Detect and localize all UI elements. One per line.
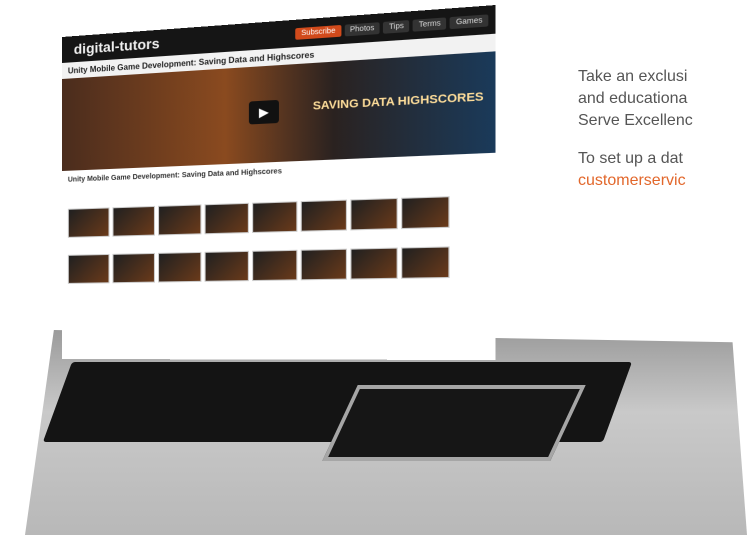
lesson-item[interactable] xyxy=(401,246,450,292)
email-link[interactable]: customerservic xyxy=(578,172,686,189)
lesson-thumbnail[interactable] xyxy=(67,253,110,284)
lesson-caption xyxy=(252,280,295,293)
lesson-caption xyxy=(350,279,395,293)
brand-logo[interactable]: digital-tutors xyxy=(74,35,160,57)
lesson-caption xyxy=(301,231,345,245)
lesson-item[interactable] xyxy=(67,207,110,250)
promo-line-1: Take an exclusi xyxy=(578,68,688,85)
lesson-item[interactable] xyxy=(300,248,348,293)
lesson-thumbnail[interactable] xyxy=(112,252,155,284)
lesson-item[interactable] xyxy=(350,247,398,293)
lesson-caption xyxy=(205,233,247,247)
lesson-item[interactable] xyxy=(112,205,155,249)
laptop-screen: digital-tutors Subscribe Photos Tips Ter… xyxy=(62,5,496,361)
lesson-item[interactable] xyxy=(204,250,249,294)
lessons-grid xyxy=(67,195,488,296)
lesson-thumbnail[interactable] xyxy=(158,251,202,283)
lesson-caption xyxy=(301,280,345,293)
lesson-item[interactable] xyxy=(158,251,202,295)
touchpad xyxy=(322,385,586,461)
lesson-caption xyxy=(350,229,395,243)
lesson-thumbnail[interactable] xyxy=(300,248,348,281)
lesson-caption xyxy=(68,237,108,250)
lesson-thumbnail[interactable] xyxy=(204,202,249,235)
lesson-thumbnail[interactable] xyxy=(158,204,202,236)
lesson-item[interactable] xyxy=(204,202,249,247)
tab-photos[interactable]: Photos xyxy=(344,21,381,36)
lesson-caption xyxy=(158,282,199,295)
lesson-caption xyxy=(112,283,152,296)
lesson-thumbnail[interactable] xyxy=(67,207,110,238)
lesson-caption xyxy=(112,236,152,249)
lesson-item[interactable] xyxy=(112,252,155,296)
lesson-caption xyxy=(158,234,199,247)
lesson-caption xyxy=(68,283,108,296)
lesson-caption xyxy=(252,232,295,246)
lesson-thumbnail[interactable] xyxy=(252,249,298,282)
lesson-thumbnail[interactable] xyxy=(401,246,450,279)
tab-games[interactable]: Games xyxy=(450,13,489,29)
promo-paragraph-2: To set up a dat customerservic xyxy=(578,148,747,192)
promo-line-4: To set up a dat xyxy=(578,150,683,167)
lesson-caption xyxy=(205,281,247,294)
lesson-item[interactable] xyxy=(67,253,110,296)
promo-text: Take an exclusi and educationa Serve Exc… xyxy=(578,66,747,208)
lesson-thumbnail[interactable] xyxy=(300,199,348,232)
lesson-item[interactable] xyxy=(300,199,348,245)
lesson-caption xyxy=(401,278,447,292)
tab-subscribe[interactable]: Subscribe xyxy=(295,24,342,40)
lesson-thumbnail[interactable] xyxy=(350,197,398,231)
lesson-item[interactable] xyxy=(252,249,298,294)
lesson-thumbnail[interactable] xyxy=(252,201,298,234)
lesson-thumbnail[interactable] xyxy=(204,250,249,282)
lesson-item[interactable] xyxy=(252,201,298,246)
promo-line-2: and educationa xyxy=(578,90,688,107)
tab-tips[interactable]: Tips xyxy=(383,19,410,34)
lesson-thumbnail[interactable] xyxy=(112,205,155,237)
promo-paragraph-1: Take an exclusi and educationa Serve Exc… xyxy=(578,66,747,132)
lesson-item[interactable] xyxy=(350,197,398,243)
play-icon[interactable]: ▶ xyxy=(248,99,279,125)
course-panel: Unity Mobile Game Development: Saving Da… xyxy=(62,152,496,361)
lesson-item[interactable] xyxy=(401,196,450,242)
tab-terms[interactable]: Terms xyxy=(413,16,447,32)
lesson-thumbnail[interactable] xyxy=(350,247,398,280)
lesson-caption xyxy=(401,228,447,242)
lesson-thumbnail[interactable] xyxy=(401,196,450,230)
hero-stamp: SAVING DATA HIGHSCORES xyxy=(312,90,484,113)
promo-line-3: Serve Excellenc xyxy=(578,112,693,129)
lesson-item[interactable] xyxy=(158,204,202,247)
